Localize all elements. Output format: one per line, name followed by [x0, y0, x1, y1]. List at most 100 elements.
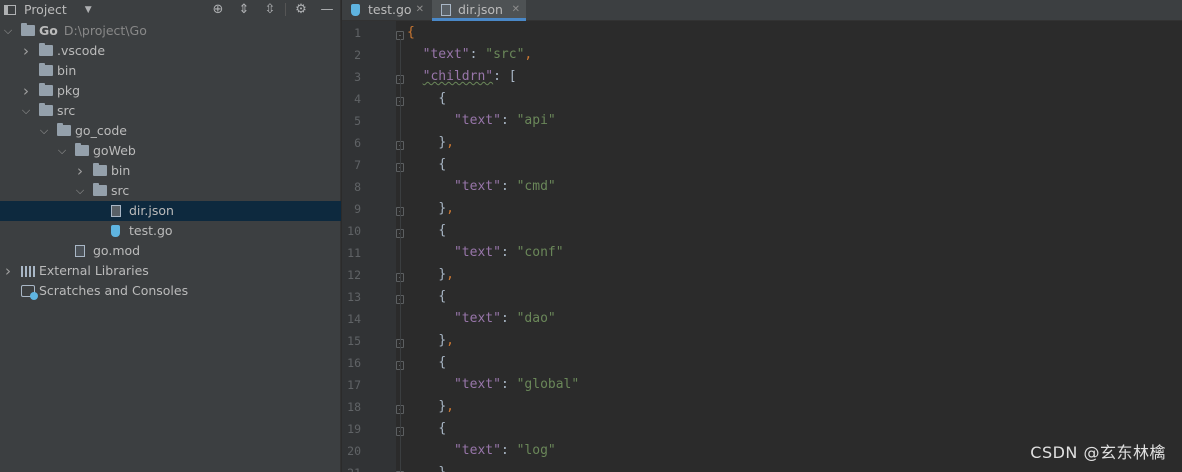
code-line[interactable]: },: [407, 399, 454, 414]
scratches-icon: [21, 285, 38, 300]
tree-item-text: Go: [39, 23, 58, 38]
line-number: 3: [354, 70, 361, 84]
code-line[interactable]: },: [407, 135, 454, 150]
chevron-right-icon[interactable]: ›: [21, 41, 31, 61]
code-line[interactable]: {: [407, 223, 446, 238]
chevron-down-icon[interactable]: ⌵: [75, 181, 85, 201]
line-number: 19: [347, 422, 361, 436]
tree-item-label: External Libraries: [39, 261, 149, 281]
tree-item-text: go.mod: [93, 243, 141, 258]
minimize-icon[interactable]: —: [314, 0, 340, 19]
chevron-down-icon[interactable]: ⌵: [3, 21, 13, 41]
chevron-down-icon[interactable]: ▼: [85, 5, 92, 15]
tree-item[interactable]: › External Libraries: [0, 261, 341, 281]
tree-item[interactable]: ⌵ Go D:\project\Go: [0, 21, 341, 41]
code-token: :: [500, 443, 517, 458]
tree-item-text: test.go: [129, 223, 173, 238]
folder-icon: [93, 183, 107, 196]
line-number: 18: [347, 400, 361, 414]
code-line[interactable]: {: [407, 157, 446, 172]
code-line[interactable]: "text": "cmd": [407, 179, 556, 194]
watermark: CSDN @玄东林檎: [1030, 443, 1166, 462]
line-number: 13: [347, 290, 361, 304]
tree-item[interactable]: ⌵ src: [0, 101, 341, 121]
target-icon[interactable]: ⊕: [205, 0, 231, 19]
go-file-icon: [351, 4, 360, 16]
tab-dir-json[interactable]: dir.json ✕: [432, 0, 526, 21]
code-line[interactable]: },: [407, 267, 454, 282]
code-token: {: [438, 223, 447, 238]
code-token: "api": [516, 113, 556, 128]
code-token: "text": [453, 113, 501, 128]
code-line[interactable]: "text": "src",: [407, 47, 533, 62]
code-token: :: [500, 113, 517, 128]
tree-item-text: External Libraries: [39, 263, 149, 278]
go-file-icon: [111, 225, 120, 237]
code-token: "src": [485, 47, 525, 62]
folder-icon: [39, 43, 53, 56]
code-editor[interactable]: 123456789101112131415161718192021 { "tex…: [342, 21, 1182, 472]
tree-item[interactable]: ⌵ go_code: [0, 121, 341, 141]
chevron-down-icon[interactable]: ⌵: [57, 141, 67, 161]
chevron-down-icon[interactable]: ⌵: [21, 101, 31, 121]
tree-item[interactable]: Scratches and Consoles: [0, 281, 341, 301]
tree-item[interactable]: ⌵ src: [0, 181, 341, 201]
tree-item-text: go_code: [75, 123, 127, 138]
tree-item[interactable]: › pkg: [0, 81, 341, 101]
code-token: ,: [446, 135, 454, 150]
project-tree: ⌵ Go D:\project\Go › .vscode bin › pkg ⌵ src ⌵ go_c…: [0, 21, 341, 301]
close-icon[interactable]: ✕: [416, 0, 424, 20]
tree-item[interactable]: › .vscode: [0, 41, 341, 61]
code-token: }: [438, 201, 447, 216]
folder-icon: [39, 103, 53, 116]
code-line[interactable]: "text": "conf": [407, 245, 564, 260]
code-line[interactable]: "text": "api": [407, 113, 556, 128]
code-line[interactable]: }: [407, 465, 446, 472]
tree-item-text: goWeb: [93, 143, 136, 158]
close-icon[interactable]: ✕: [512, 0, 520, 20]
chevron-right-icon[interactable]: ›: [3, 261, 13, 281]
code-token: "conf": [516, 245, 564, 260]
code-line[interactable]: {: [407, 25, 415, 40]
code-line[interactable]: },: [407, 333, 454, 348]
code-token: "text": [453, 179, 501, 194]
tree-item-label: goWeb: [93, 141, 136, 161]
tree-item[interactable]: test.go: [0, 221, 341, 241]
gear-icon[interactable]: ⚙: [288, 0, 314, 19]
tree-item[interactable]: › bin: [0, 161, 341, 181]
project-path: D:\project\Go: [63, 23, 147, 38]
line-number: 2: [354, 48, 361, 62]
chevron-right-icon[interactable]: ›: [21, 81, 31, 101]
chevron-right-icon[interactable]: ›: [75, 161, 85, 181]
tree-item[interactable]: dir.json: [0, 201, 341, 221]
tree-item[interactable]: ⌵ goWeb: [0, 141, 341, 161]
line-number: 10: [347, 224, 361, 238]
code-line[interactable]: {: [407, 91, 446, 106]
tree-item[interactable]: go.mod: [0, 241, 341, 261]
code-line[interactable]: "childrn": [: [407, 69, 517, 84]
tab-label: test.go: [368, 2, 412, 17]
code-line[interactable]: "text": "global": [407, 377, 579, 392]
code-line[interactable]: "text": "dao": [407, 311, 556, 326]
code-token: {: [438, 91, 447, 106]
expand-all-icon[interactable]: ⇕: [231, 0, 257, 19]
tree-item-text: bin: [111, 163, 131, 178]
collapse-all-icon[interactable]: ⇳: [257, 0, 283, 19]
tab-label: dir.json: [458, 2, 503, 17]
code-token: : [: [493, 69, 517, 84]
code-token: "log": [516, 443, 556, 458]
code-line[interactable]: {: [407, 421, 446, 436]
code-line[interactable]: {: [407, 355, 446, 370]
code-token: :: [500, 245, 517, 260]
line-number: 6: [354, 136, 361, 150]
code-line[interactable]: "text": "log": [407, 443, 556, 458]
tree-item[interactable]: bin: [0, 61, 341, 81]
code-line[interactable]: {: [407, 289, 446, 304]
code-line[interactable]: },: [407, 201, 454, 216]
code-token: :: [500, 179, 517, 194]
line-number: 14: [347, 312, 361, 326]
chevron-down-icon[interactable]: ⌵: [39, 121, 49, 141]
tab-test-go[interactable]: test.go ✕: [342, 0, 430, 21]
line-number: 7: [354, 158, 361, 172]
line-number: 5: [354, 114, 361, 128]
